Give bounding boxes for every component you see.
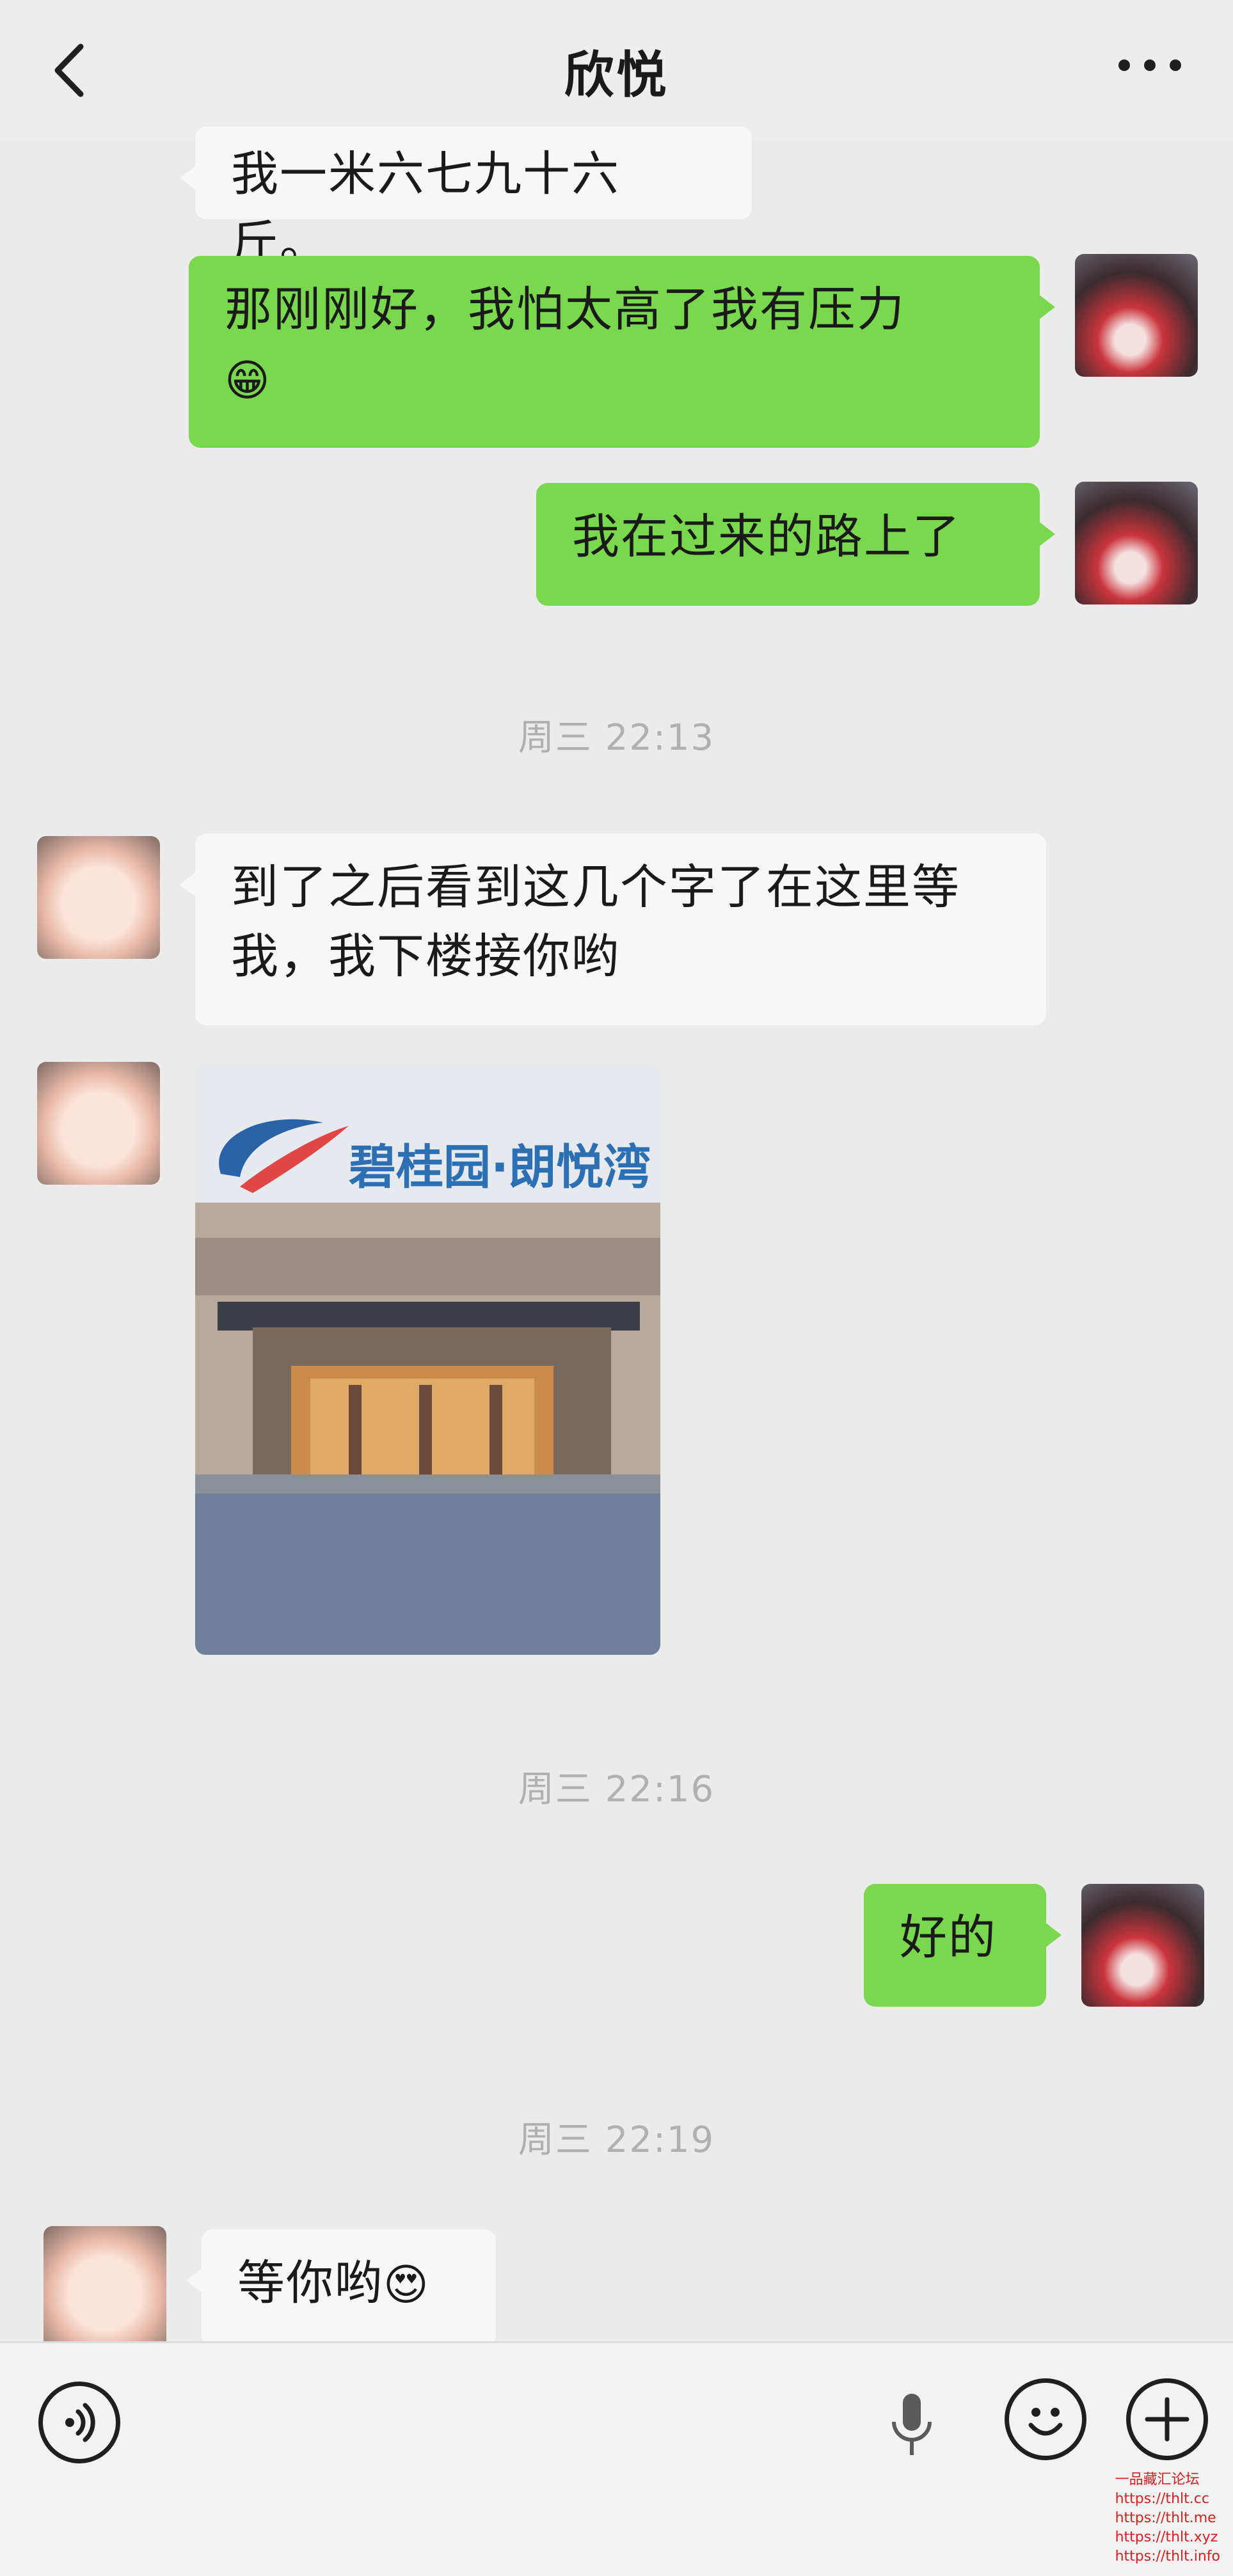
message-bubble-incoming[interactable]: 我一米六七九十六斤。 [180,127,752,271]
more-button[interactable] [1111,40,1188,91]
timestamp: 周三 22:16 [518,1769,715,1810]
message-text: 好的 [900,1910,997,1965]
chat-header: 欣悦 [0,0,1233,141]
timestamp: 周三 22:19 [518,2119,715,2161]
message-text: 我在过来的路上了 [572,509,961,564]
building-photo: 碧桂园·朗悦湾 [195,1065,660,1655]
emoji-button[interactable] [1005,2378,1086,2460]
avatar-self[interactable] [1075,254,1198,377]
grinning-face-emoji: 😁 [225,356,271,407]
watermark-line: https://thlt.cc [1115,2491,1209,2507]
voice-toggle-icon [65,2403,95,2442]
chat-window: 欣悦 我一米六七九十六斤。 那刚刚好，我怕太高了我有压力 😁 我在过来的路上了 … [0,0,1233,2576]
heart-eyes-emoji: 😍 [383,2260,430,2311]
message-bubble-incoming[interactable]: 等你哟😍 [186,2229,496,2348]
microphone-icon [892,2394,932,2455]
timestamp: 周三 22:13 [518,717,715,759]
avatar-self[interactable] [1081,1884,1204,2007]
watermark-line: https://thlt.me [1115,2510,1216,2526]
avatar-friend[interactable] [37,1062,160,1185]
sign-text: 碧桂园·朗悦湾 [349,1140,651,1195]
message-bubble-outgoing[interactable]: 那刚刚好，我怕太高了我有压力 😁 [189,256,1055,448]
message-text: 到了之后看到这几个字了在这里等我，我下楼接你哟 [231,860,960,984]
watermark-line: 一品藏汇论坛 [1115,2472,1200,2488]
watermark-line: https://thlt.info [1115,2548,1220,2564]
avatar-friend[interactable] [37,836,160,959]
message-text: 那刚刚好，我怕太高了我有压力 [225,282,905,337]
message-text: 等你哟 [237,2256,383,2311]
microphone-button[interactable] [886,2391,937,2461]
avatar-self[interactable] [1075,482,1198,604]
voice-toggle-button[interactable] [38,2382,120,2463]
message-image[interactable]: 碧桂园·朗悦湾 [195,1065,660,1655]
watermark-line: https://thlt.xyz [1115,2529,1218,2545]
message-text: 我一米六七九十六斤。 [231,146,620,271]
more-actions-button[interactable] [1126,2378,1208,2460]
message-bubble-incoming[interactable]: 到了之后看到这几个字了在这里等我，我下楼接你哟 [180,834,1046,1025]
watermark: 一品藏汇论坛 https://thlt.cc https://thlt.me h… [1115,2470,1220,2566]
chat-title: 欣悦 [564,47,669,104]
more-dots-icon [1118,59,1181,71]
message-bubble-outgoing[interactable]: 好的 [864,1884,1062,2007]
message-bubble-outgoing[interactable]: 我在过来的路上了 [536,483,1055,606]
input-bar: 一品藏汇论坛 https://thlt.cc https://thlt.me h… [0,2341,1233,2576]
avatar-friend[interactable] [44,2226,166,2349]
emoji-face-icon [1028,2408,1063,2436]
plus-icon [1145,2397,1189,2442]
